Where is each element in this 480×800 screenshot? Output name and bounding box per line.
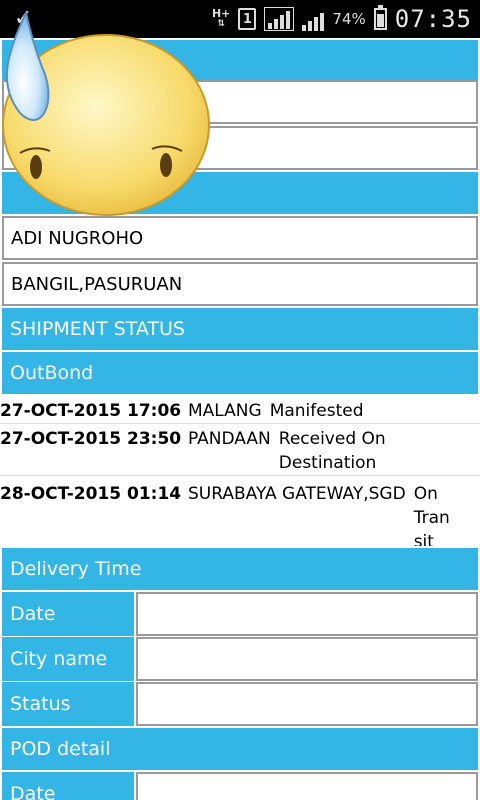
shipment-status: On Tran sit (413, 484, 450, 546)
shipment-status-header: SHIPMENT STATUS (0, 308, 480, 350)
status-bar: ✓ H+ ⇅ 1 74% 07:35 (0, 0, 480, 38)
shipment-city: PANDAAN (188, 429, 271, 449)
signal-strength-icon-2 (302, 7, 325, 31)
shipment-datetime: 27-OCT-2015 17:06 (0, 401, 182, 421)
delivery-status-row: Status (0, 682, 480, 726)
consignee-address: BANGIL,PASURUAN (11, 273, 183, 295)
delivery-city-row: City name (0, 637, 480, 681)
delivery-time-header: Delivery Time (0, 548, 480, 590)
clock: 07:35 (394, 5, 472, 33)
shipment-row: 28-OCT-2015 01:14 SURABAYA GATEWAY,SGD O… (0, 475, 480, 546)
shipment-row: 27-OCT-2015 23:50 PANDAAN Received On De… (0, 423, 480, 475)
pod-date-label: Date (2, 772, 134, 800)
shipment-datetime: 28-OCT-2015 01:14 (0, 484, 182, 504)
network-type-indicator: H+ ⇅ (211, 7, 231, 29)
section-header-consignee (0, 172, 480, 214)
outbond-header: OutBond (0, 352, 480, 394)
consignee-name-field: ADI NUGROHO (2, 216, 478, 260)
delivery-status-label: Status (2, 682, 134, 726)
delivery-status-value (136, 682, 478, 726)
check-icon: ✓ (14, 6, 33, 31)
consignee-name: ADI NUGROHO (11, 227, 144, 249)
delivery-city-label: City name (2, 637, 134, 681)
delivery-date-label: Date (2, 592, 134, 636)
shipment-status: Manifested (269, 401, 364, 421)
shipper-name-field (2, 80, 478, 124)
shipper-address-field (2, 126, 478, 170)
shipment-city: MALANG (188, 401, 262, 421)
section-header-shipper (0, 40, 480, 80)
shipment-row: 27-OCT-2015 17:06 MALANG Manifested (0, 396, 480, 423)
shipment-datetime: 27-OCT-2015 23:50 (0, 429, 182, 449)
pod-date-value (136, 772, 478, 800)
consignee-address-field: BANGIL,PASURUAN (2, 262, 478, 306)
delivery-date-value (136, 592, 478, 636)
shipment-city: SURABAYA GATEWAY,SGD (188, 484, 406, 504)
outbond-label: OutBond (10, 362, 94, 384)
delivery-time-title: Delivery Time (10, 558, 142, 580)
shipment-list[interactable]: 27-OCT-2015 17:06 MALANG Manifested 27-O… (0, 396, 480, 546)
battery-percent: 74% (332, 10, 366, 28)
pod-detail-header: POD detail (0, 728, 480, 770)
shipment-status: Received On Destination (278, 429, 386, 473)
pod-date-row: Date (0, 772, 480, 800)
signal-strength-icon-1 (264, 7, 295, 31)
delivery-city-value (136, 637, 478, 681)
pod-detail-title: POD detail (10, 738, 111, 760)
sim-slot-icon: 1 (238, 8, 257, 30)
shipment-status-title: SHIPMENT STATUS (10, 318, 185, 340)
delivery-date-row: Date (0, 592, 480, 636)
battery-icon (373, 5, 387, 30)
status-icons: H+ ⇅ 1 74% 07:35 (212, 3, 472, 35)
